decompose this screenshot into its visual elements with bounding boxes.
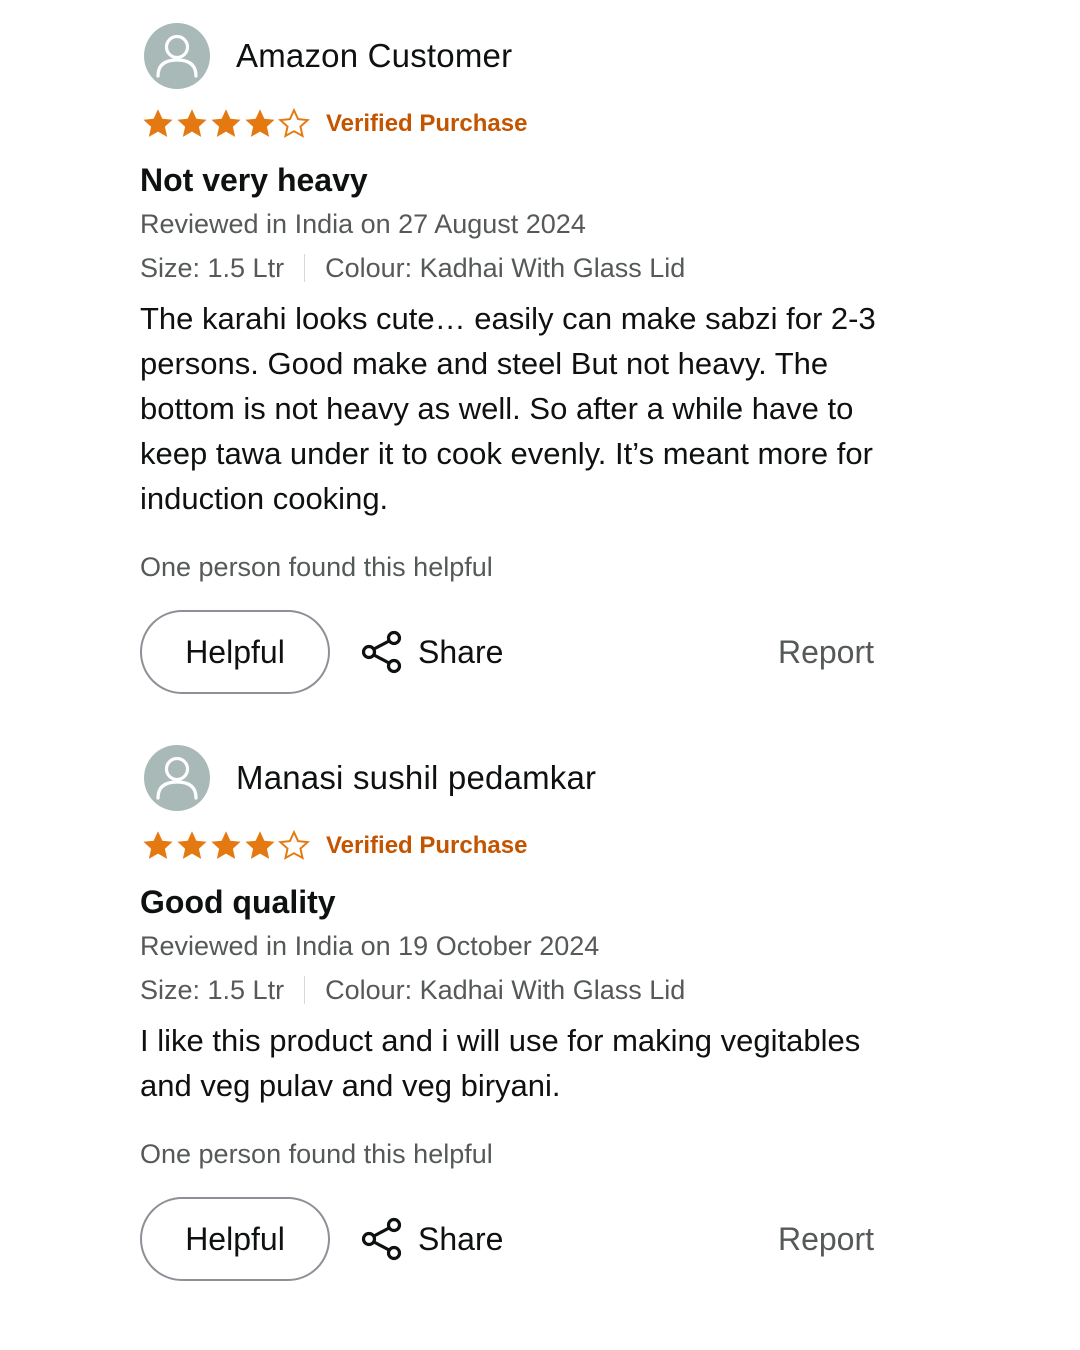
rating-row: Verified Purchase <box>140 104 880 144</box>
helpful-count: One person found this helpful <box>140 1139 493 1169</box>
variant-row: Size: 1.5 Ltr Colour: Kadhai With Glass … <box>140 246 880 290</box>
divider <box>304 254 306 282</box>
size-label: Size: 1.5 Ltr <box>140 975 285 1005</box>
star-icon <box>211 109 241 137</box>
share-label: Share <box>418 1220 504 1257</box>
helpful-count: One person found this helpful <box>140 552 493 582</box>
review-actions: Helpful Share Report <box>140 1196 880 1282</box>
star-icon <box>211 831 241 859</box>
star-icon <box>143 109 173 137</box>
user-avatar-icon <box>144 23 210 89</box>
review-title[interactable]: Good quality <box>140 880 880 924</box>
star-icon <box>177 831 207 859</box>
size-label: Size: 1.5 Ltr <box>140 253 285 283</box>
star-empty-icon <box>278 107 310 138</box>
verified-purchase-badge: Verified Purchase <box>326 110 528 137</box>
review-card: Manasi sushil pedamkar Verified Purchase… <box>140 744 880 1282</box>
share-button[interactable]: Share <box>358 1215 503 1263</box>
report-link[interactable]: Report <box>778 634 874 671</box>
divider <box>304 976 306 1004</box>
star-empty-icon <box>278 829 310 860</box>
helpful-button[interactable]: Helpful <box>140 610 330 694</box>
reviewer-row: Amazon Customer <box>140 22 880 90</box>
variant-row: Size: 1.5 Ltr Colour: Kadhai With Glass … <box>140 968 880 1012</box>
rating-row: Verified Purchase <box>140 826 880 866</box>
colour-label: Colour: Kadhai With Glass Lid <box>325 253 686 283</box>
review-actions: Helpful Share Report <box>140 609 880 695</box>
star-icon <box>245 831 275 859</box>
share-icon <box>361 630 402 674</box>
share-button[interactable]: Share <box>358 628 503 676</box>
review-body: The karahi looks cute… easily can make s… <box>140 301 876 516</box>
share-icon <box>361 1217 402 1261</box>
share-label: Share <box>418 633 504 670</box>
user-avatar-icon <box>144 745 210 811</box>
review-title[interactable]: Not very heavy <box>140 158 880 202</box>
star-icon <box>177 109 207 137</box>
star-icon <box>245 109 275 137</box>
reviewer-name[interactable]: Amazon Customer <box>236 37 512 75</box>
star-icon <box>143 831 173 859</box>
reviewer-name[interactable]: Manasi sushil pedamkar <box>236 759 596 797</box>
report-link[interactable]: Report <box>778 1221 874 1258</box>
review-date: Reviewed in India on 27 August 2024 <box>140 209 586 239</box>
colour-label: Colour: Kadhai With Glass Lid <box>325 975 686 1005</box>
review-card: Amazon Customer Verified Purchase Not ve… <box>140 22 880 695</box>
helpful-button[interactable]: Helpful <box>140 1197 330 1281</box>
reviewer-row: Manasi sushil pedamkar <box>140 744 880 812</box>
review-body: I like this product and i will use for m… <box>140 1023 861 1103</box>
star-rating[interactable] <box>140 828 310 864</box>
star-rating[interactable] <box>140 106 310 142</box>
review-date: Reviewed in India on 19 October 2024 <box>140 931 600 961</box>
verified-purchase-badge: Verified Purchase <box>326 832 528 859</box>
